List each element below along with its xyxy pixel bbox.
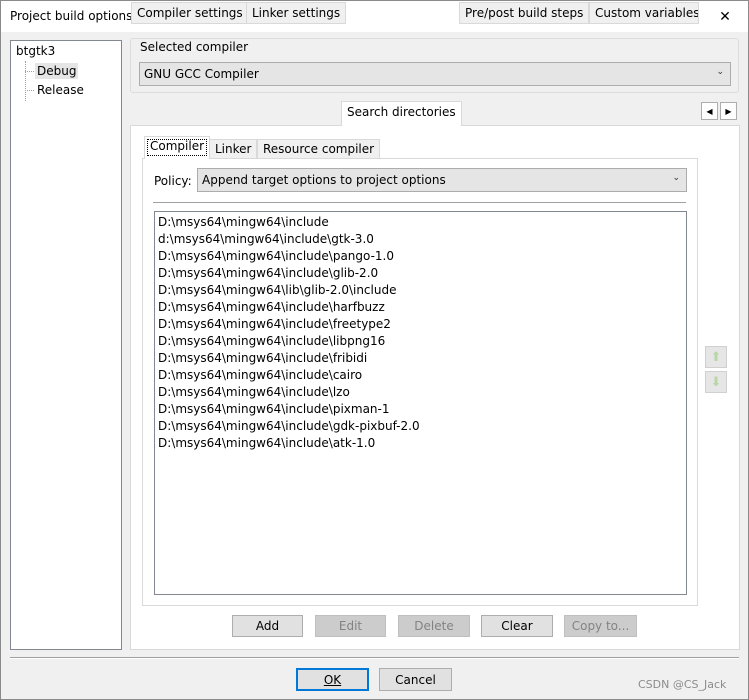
list-item[interactable]: D:\msys64\mingw64\include\libpng16	[158, 333, 683, 350]
subtab-linker[interactable]: Linker	[209, 139, 258, 159]
policy-select[interactable]: Append target options to project options…	[197, 168, 687, 192]
tree-root-project[interactable]: btgtk3	[16, 44, 55, 58]
arrow-down-icon: ⬇	[710, 374, 722, 390]
close-icon: ✕	[719, 8, 731, 25]
list-item[interactable]: D:\msys64\mingw64\include\atk-1.0	[158, 435, 683, 452]
directory-list[interactable]: D:\msys64\mingw64\include d:\msys64\mingw…	[154, 211, 687, 595]
list-item[interactable]: d:\msys64\mingw64\include\gtk-3.0	[158, 231, 683, 248]
copy-to-button[interactable]: Copy to...	[564, 615, 637, 637]
clear-button[interactable]: Clear	[481, 615, 553, 637]
divider	[153, 202, 686, 204]
tab-scroll-left-button[interactable]: ◀	[701, 102, 718, 120]
tree-connector	[25, 71, 34, 72]
tree-connector	[25, 90, 34, 91]
chevron-down-icon: ⌄	[716, 67, 724, 77]
list-item[interactable]: D:\msys64\mingw64\include\fribidi	[158, 350, 683, 367]
move-down-button[interactable]: ⬇	[705, 371, 727, 393]
list-item[interactable]: D:\msys64\mingw64\include\harfbuzz	[158, 299, 683, 316]
list-item[interactable]: D:\msys64\mingw64\include\pango-1.0	[158, 248, 683, 265]
cancel-button[interactable]: Cancel	[379, 668, 452, 691]
caret-left-icon: ◀	[706, 106, 713, 116]
ok-button-label: OK	[323, 672, 342, 687]
list-item[interactable]: D:\msys64\mingw64\include\freetype2	[158, 316, 683, 333]
tab-custom-variables[interactable]: Custom variables	[589, 2, 699, 24]
subtab-resource-compiler[interactable]: Resource compiler	[257, 139, 381, 159]
target-tree[interactable]: btgtk3 Debug Release	[10, 40, 122, 650]
tree-item-debug[interactable]: Debug	[35, 63, 79, 79]
compiler-select-value: GNU GCC Compiler	[144, 67, 259, 81]
caret-right-icon: ▶	[725, 106, 732, 116]
compiler-select[interactable]: GNU GCC Compiler ⌄	[139, 62, 731, 86]
tab-pre-post-build-steps[interactable]: Pre/post build steps	[459, 2, 590, 24]
list-item[interactable]: D:\msys64\mingw64\include\pixman-1	[158, 401, 683, 418]
list-item[interactable]: D:\msys64\mingw64\include\lzo	[158, 384, 683, 401]
list-item[interactable]: D:\msys64\mingw64\lib\glib-2.0\include	[158, 282, 683, 299]
tab-scroll-right-button[interactable]: ▶	[720, 102, 737, 120]
tab-compiler-settings[interactable]: Compiler settings	[131, 2, 249, 24]
delete-button[interactable]: Delete	[398, 615, 470, 637]
ok-button[interactable]: OK	[296, 668, 369, 691]
subtab-compiler[interactable]: Compiler	[144, 136, 211, 159]
arrow-up-icon: ⬆	[710, 349, 722, 365]
close-button[interactable]: ✕	[702, 1, 748, 32]
list-item[interactable]: D:\msys64\mingw64\include	[158, 214, 683, 231]
watermark: CSDN @CS_Jack	[638, 678, 727, 691]
list-item[interactable]: D:\msys64\mingw64\include\gdk-pixbuf-2.0	[158, 418, 683, 435]
compiler-group-label: Selected compiler	[139, 40, 250, 54]
tab-search-directories[interactable]: Search directories	[341, 101, 462, 126]
chevron-down-icon: ⌄	[672, 173, 680, 183]
policy-select-value: Append target options to project options	[202, 173, 446, 187]
cancel-button-label: Cancel	[395, 672, 436, 687]
list-item[interactable]: D:\msys64\mingw64\include\cairo	[158, 367, 683, 384]
move-up-button[interactable]: ⬆	[705, 346, 727, 368]
tab-linker-settings[interactable]: Linker settings	[246, 2, 347, 24]
divider	[10, 657, 739, 659]
edit-button[interactable]: Edit	[315, 615, 386, 637]
add-button[interactable]: Add	[232, 615, 303, 637]
tree-connector	[25, 61, 26, 101]
window-title: Project build options	[10, 9, 133, 23]
list-item[interactable]: D:\msys64\mingw64\include\glib-2.0	[158, 265, 683, 282]
policy-label: Policy:	[154, 174, 192, 188]
tree-item-release[interactable]: Release	[35, 82, 86, 98]
